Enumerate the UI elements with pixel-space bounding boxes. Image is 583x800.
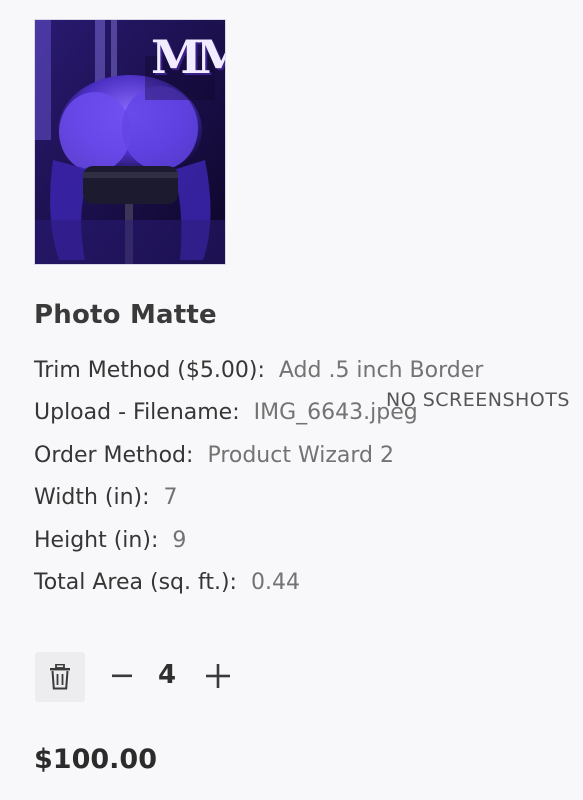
brand-logo: MM — [151, 30, 225, 84]
attribute-label: Height (in): — [34, 527, 159, 553]
attribute-value: 0.44 — [250, 569, 300, 595]
product-image[interactable]: MM — [34, 19, 226, 265]
attribute-row-order-method: Order Method: Product Wizard 2 — [34, 437, 574, 479]
plus-icon — [206, 664, 230, 688]
cart-item-card: MM Photo Matte Trim Method ($5.00): Add .… — [0, 0, 583, 800]
attribute-value: 9 — [172, 527, 187, 553]
attribute-row-width: Width (in): 7 — [34, 479, 574, 521]
trash-icon — [50, 664, 70, 690]
attribute-row-trim-method: Trim Method ($5.00): Add .5 inch Border — [34, 352, 574, 394]
attribute-value: IMG_6643.jpeg — [253, 400, 418, 426]
attribute-label: Upload - Filename: — [34, 400, 240, 426]
item-price: $100.00 — [34, 744, 157, 775]
decrease-quantity-button[interactable] — [102, 656, 142, 696]
attribute-row-height: Height (in): 9 — [34, 522, 574, 564]
remove-item-button[interactable] — [35, 652, 85, 702]
product-title[interactable]: Photo Matte — [34, 300, 217, 330]
attribute-value: Add .5 inch Border — [278, 358, 484, 383]
attribute-label: Width (in): — [34, 485, 150, 511]
product-attributes: Trim Method ($5.00): Add .5 inch Border U… — [34, 352, 574, 606]
attribute-label: Total Area (sq. ft.): — [34, 569, 237, 595]
attribute-label: Trim Method ($5.00): — [34, 358, 265, 383]
attribute-label: Order Method: — [34, 442, 194, 468]
minus-icon — [112, 674, 132, 678]
quantity-value: 4 — [157, 660, 177, 690]
attribute-row-upload-filename: Upload - Filename: IMG_6643.jpeg — [34, 394, 574, 436]
increase-quantity-button[interactable] — [198, 656, 238, 696]
attribute-value: 7 — [163, 485, 178, 511]
attribute-row-total-area: Total Area (sq. ft.): 0.44 — [34, 564, 574, 606]
attribute-value: Product Wizard 2 — [207, 442, 394, 468]
